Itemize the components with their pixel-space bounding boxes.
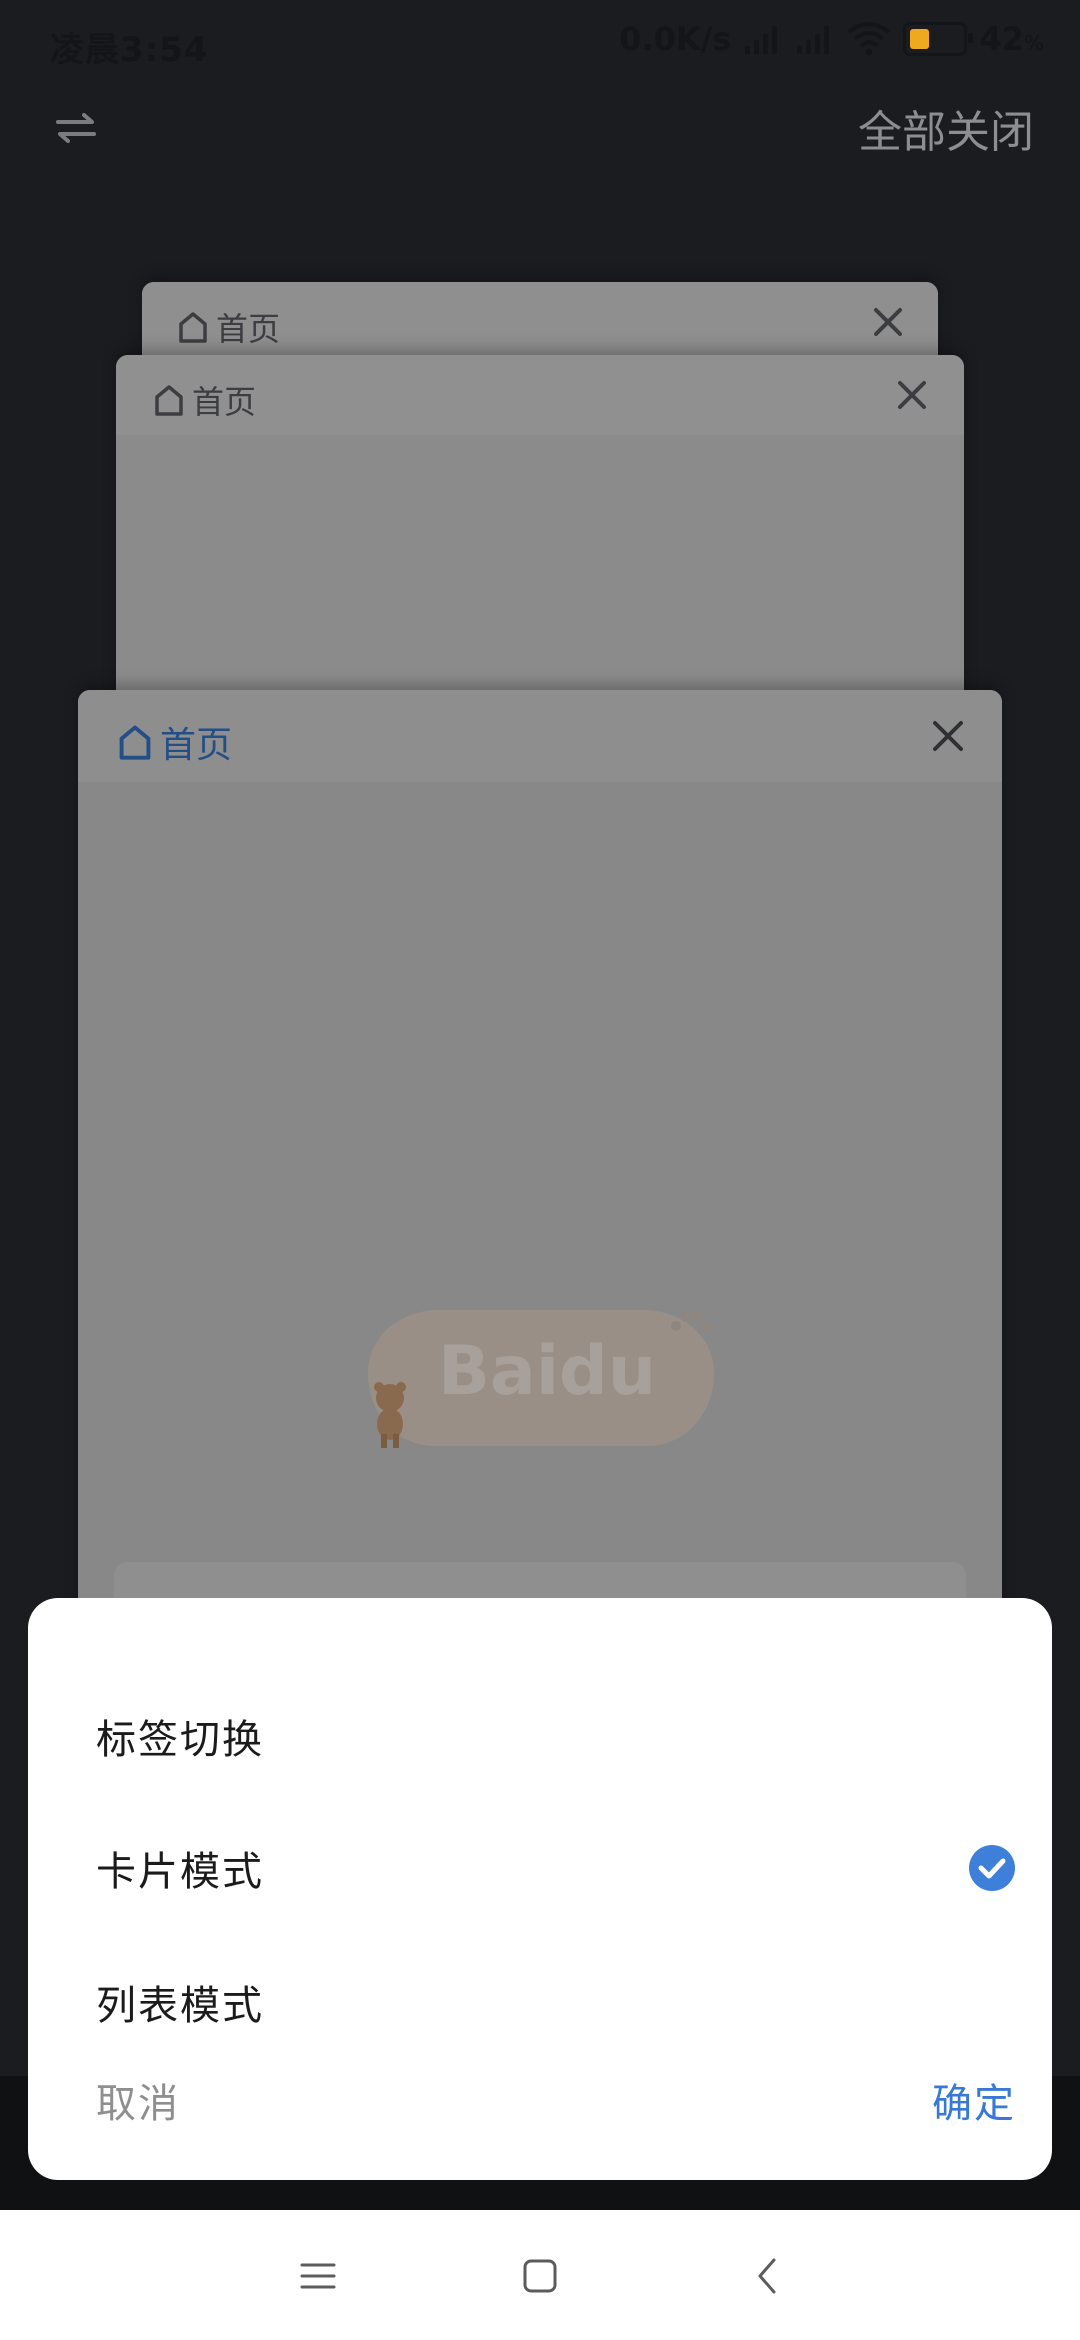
switch-arrows-icon[interactable]	[48, 100, 104, 156]
baidu-logo: Baidu	[368, 1310, 714, 1448]
battery-icon	[903, 22, 974, 56]
home-square-icon[interactable]	[516, 2252, 564, 2300]
close-tab-icon[interactable]	[868, 302, 908, 342]
status-time: 凌晨3:54	[50, 30, 209, 70]
system-nav-bar	[0, 2210, 1080, 2340]
option-list-mode[interactable]: 列表模式	[96, 1952, 1016, 2052]
tab-card-header: 首页	[78, 690, 1002, 782]
home-icon	[155, 385, 183, 416]
close-tab-icon[interactable]	[928, 716, 968, 756]
browser-tab-manager: 凌晨3:54 0.0K/s 42% 全部关闭 首页 首页 首页 Baidu 标签…	[0, 0, 1080, 2340]
close-all-button[interactable]: 全部关闭	[858, 96, 1034, 160]
signal-icon	[743, 24, 783, 54]
tab-card[interactable]: 首页	[116, 355, 964, 735]
confirm-button[interactable]: 确定	[932, 2071, 1016, 2129]
tab-title: 首页	[116, 716, 232, 768]
cancel-button[interactable]: 取消	[96, 2071, 180, 2129]
battery-level	[910, 29, 930, 49]
bear-mascot-icon	[374, 1382, 406, 1448]
tab-title: 首页	[176, 304, 280, 350]
view-mode-dialog: 标签切换 卡片模式 列表模式 取消 确定	[28, 1598, 1052, 2180]
status-bar: 凌晨3:54 0.0K/s 42%	[0, 0, 1080, 92]
network-speed: 0.0K/s	[619, 20, 732, 58]
option-tab-switch[interactable]: 标签切换	[96, 1686, 1016, 1786]
tab-card-active[interactable]: 首页	[78, 690, 1002, 1690]
tab-card-header: 首页	[142, 282, 938, 362]
dialog-actions: 取消 确定	[96, 2060, 1016, 2140]
checkmark-circle-icon	[969, 1845, 1015, 1891]
home-icon	[179, 312, 207, 343]
paw-icon	[671, 1311, 711, 1333]
menu-icon[interactable]	[294, 2252, 342, 2300]
home-icon	[119, 725, 151, 760]
wifi-icon	[848, 22, 891, 56]
close-tab-icon[interactable]	[892, 375, 932, 415]
tab-card-header: 首页	[116, 355, 964, 435]
back-chevron-icon[interactable]	[744, 2252, 792, 2300]
signal-icon	[795, 24, 835, 54]
option-card-mode[interactable]: 卡片模式	[96, 1818, 1016, 1918]
status-indicators: 0.0K/s 42%	[619, 20, 1044, 58]
battery-percent: 42%	[979, 20, 1044, 58]
tab-title: 首页	[152, 377, 256, 423]
